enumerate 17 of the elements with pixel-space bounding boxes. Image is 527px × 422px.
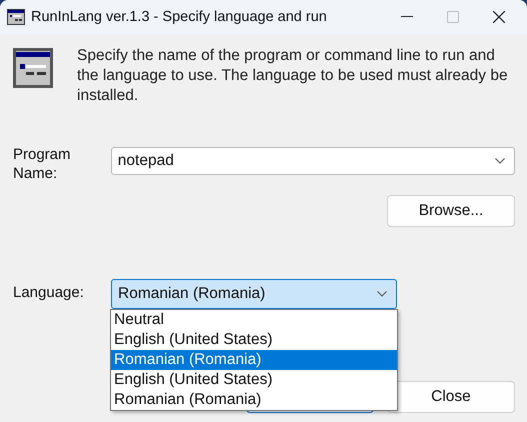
program-name-combobox[interactable]: notepad [110, 147, 515, 175]
language-combobox[interactable]: Romanian (Romania) [111, 279, 397, 309]
description-text: Specify the name of the program or command line to run and the language to use. The language to be used must already be installed. [77, 46, 509, 106]
window-icon [13, 48, 53, 88]
close-button[interactable]: Close [387, 381, 515, 413]
app-icon [7, 9, 25, 25]
chevron-icon [377, 291, 387, 297]
language-label: Language: [13, 283, 85, 302]
close-icon[interactable] [493, 11, 505, 23]
minimize-icon[interactable] [401, 16, 413, 18]
chevron-icon [495, 158, 505, 164]
language-option[interactable]: English (United States) [111, 330, 397, 350]
browse-button[interactable]: Browse... [387, 195, 515, 227]
language-option[interactable]: Neutral [111, 310, 397, 330]
program-name-label: Program Name: [13, 145, 72, 183]
language-option[interactable]: Romanian (Romania) [111, 350, 397, 370]
window-title: RunInLang ver.1.3 - Specify language and run [31, 9, 327, 25]
